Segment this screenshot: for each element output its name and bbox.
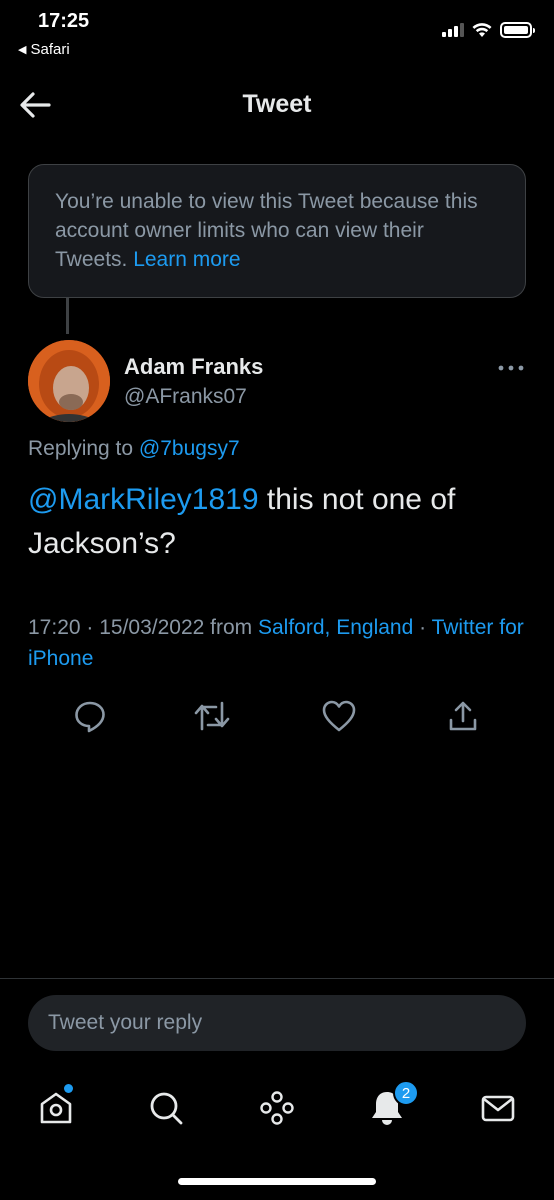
tweet-text: @MarkRiley1819 this not one of Jackson’s… bbox=[28, 478, 528, 566]
like-heart-icon bbox=[322, 700, 356, 732]
tab-messages[interactable] bbox=[476, 1086, 520, 1130]
status-time: 17:25 bbox=[38, 10, 90, 32]
author-name[interactable]: Adam Franks bbox=[124, 354, 263, 380]
search-icon bbox=[150, 1092, 183, 1125]
unavailable-tweet-notice: You’re unable to view this Tweet because… bbox=[28, 164, 526, 298]
more-options-button[interactable] bbox=[496, 360, 526, 376]
avatar[interactable] bbox=[28, 340, 110, 422]
avatar-image bbox=[28, 340, 110, 422]
composer-divider bbox=[0, 978, 554, 979]
back-triangle-icon: ◀ bbox=[18, 44, 27, 56]
home-notification-dot bbox=[64, 1084, 73, 1093]
notification-badge: 2 bbox=[393, 1080, 419, 1106]
replying-prefix: Replying to bbox=[28, 437, 139, 460]
spaces-icon bbox=[260, 1091, 294, 1125]
nav-header: Tweet bbox=[0, 80, 554, 130]
status-bar: 17:25 ◀ Safari bbox=[0, 0, 554, 70]
learn-more-link[interactable]: Learn more bbox=[133, 248, 240, 271]
notice-text: You’re unable to view this Tweet because… bbox=[55, 190, 478, 271]
tweet-actions bbox=[0, 696, 554, 736]
retweet-button[interactable] bbox=[192, 696, 232, 736]
wifi-icon bbox=[472, 22, 492, 37]
tab-notifications[interactable]: 2 bbox=[365, 1080, 419, 1130]
thread-connector bbox=[66, 298, 69, 334]
status-icons bbox=[442, 22, 535, 38]
share-icon bbox=[449, 701, 477, 731]
replying-to-link[interactable]: @7bugsy7 bbox=[139, 437, 240, 460]
home-indicator[interactable] bbox=[178, 1178, 376, 1185]
battery-icon bbox=[500, 22, 535, 38]
messages-envelope-icon bbox=[481, 1095, 515, 1122]
retweet-icon bbox=[194, 701, 230, 731]
reply-placeholder: Tweet your reply bbox=[48, 1011, 203, 1034]
mention-link[interactable]: @MarkRiley1819 bbox=[28, 483, 259, 516]
like-button[interactable] bbox=[319, 696, 359, 736]
tab-spaces[interactable] bbox=[255, 1086, 299, 1130]
tab-bar: 2 bbox=[0, 1080, 554, 1140]
share-button[interactable] bbox=[443, 696, 483, 736]
location-link[interactable]: Salford, England bbox=[258, 616, 413, 639]
tweet-timestamp: 17:20 · 15/03/2022 from bbox=[28, 616, 258, 639]
home-icon bbox=[40, 1092, 72, 1124]
tab-home[interactable] bbox=[34, 1084, 78, 1130]
reply-button[interactable] bbox=[70, 696, 110, 736]
meta-separator: · bbox=[413, 616, 432, 639]
reply-input[interactable]: Tweet your reply bbox=[28, 995, 526, 1051]
replying-to: Replying to @7bugsy7 bbox=[28, 437, 240, 461]
tab-search[interactable] bbox=[144, 1086, 188, 1130]
page-title: Tweet bbox=[242, 90, 312, 118]
back-to-app-link[interactable]: ◀ Safari bbox=[18, 41, 70, 58]
more-dots-icon bbox=[498, 365, 524, 371]
tweet-meta: 17:20 · 15/03/2022 from Salford, England… bbox=[28, 612, 528, 674]
signal-icon bbox=[442, 23, 464, 37]
back-app-label: Safari bbox=[30, 41, 70, 58]
reply-icon bbox=[75, 701, 105, 733]
author-handle[interactable]: @AFranks07 bbox=[124, 385, 247, 409]
